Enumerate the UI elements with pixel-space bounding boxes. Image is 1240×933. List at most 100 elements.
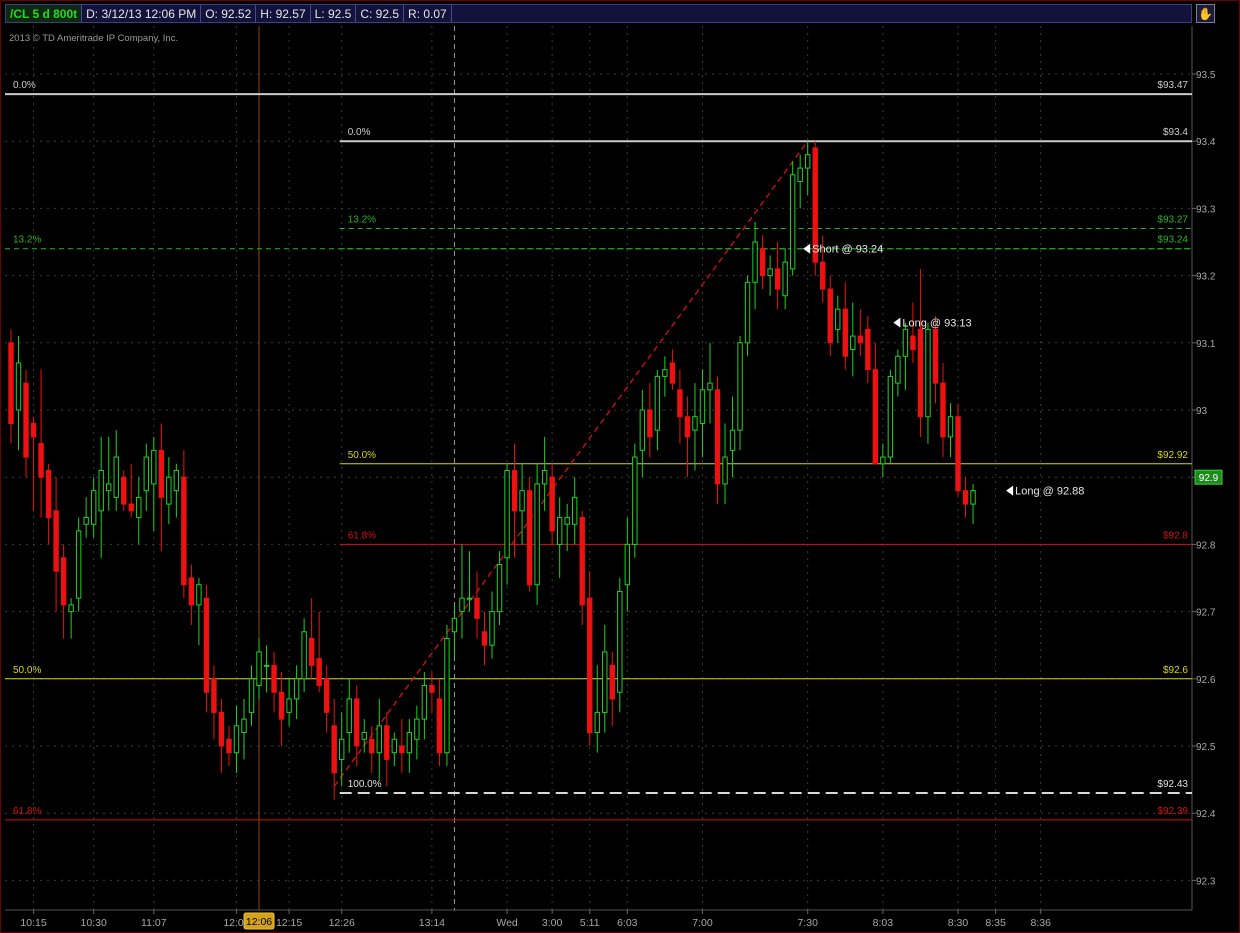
candle-body-up: [113, 456, 119, 498]
trade-arrow-icon: [893, 317, 901, 328]
candle: [707, 342, 713, 424]
candle-body-up: [895, 355, 901, 384]
price-tick-label: 93: [1196, 406, 1208, 417]
candle-body-down: [774, 268, 781, 290]
trade-label: Short @ 93.24: [812, 244, 883, 256]
candle-body-down: [331, 725, 337, 774]
candle-body-up: [534, 483, 540, 586]
candle: [45, 463, 52, 545]
candle-body-up: [406, 732, 413, 754]
candle-body-up: [970, 490, 976, 505]
time-tick-label: 8:35: [985, 917, 1006, 929]
trade-marker[interactable]: Long @ 93.13: [893, 317, 972, 330]
candle-body-up: [361, 732, 367, 740]
candle-body-up: [632, 456, 638, 545]
candle-body-down: [158, 449, 165, 498]
trade-markers: Short @ 93.24 Long @ 93.13 Long @ 92.88: [803, 243, 1084, 498]
fib-level-price: $93.24: [1157, 235, 1188, 246]
candle: [218, 698, 225, 773]
candle-body-down: [436, 698, 443, 754]
candle-body-down: [932, 328, 939, 384]
trade-marker[interactable]: Short @ 93.24: [803, 243, 883, 256]
candle-body-up: [519, 490, 525, 512]
candle: [797, 154, 803, 209]
candle-body-up: [75, 530, 82, 599]
fib-level-percent: 13.2%: [13, 235, 41, 246]
candle: [504, 463, 510, 585]
candle: [436, 678, 443, 767]
candle-body-up: [166, 476, 172, 505]
candle: [248, 665, 255, 726]
candle-body-up: [782, 261, 788, 297]
current-price-label: 92.9: [1199, 473, 1219, 484]
candle-body-up: [880, 456, 886, 465]
candle: [872, 342, 879, 465]
candle-body-down: [354, 698, 360, 747]
candle: [459, 544, 465, 639]
candle-body-up: [173, 469, 180, 492]
candle: [827, 275, 833, 357]
candle: [406, 719, 413, 773]
candle: [83, 497, 89, 538]
candle: [226, 725, 232, 767]
candle-body-down: [759, 248, 766, 277]
trade-arrow-icon: [803, 243, 811, 254]
candle: [917, 268, 924, 437]
candle: [68, 598, 74, 639]
candle-body-down: [647, 409, 653, 438]
candle-body-up: [707, 382, 713, 391]
candle-body-down: [857, 335, 864, 344]
candle: [98, 436, 104, 558]
time-tick-label: 7:30: [797, 917, 818, 929]
candle: [887, 369, 894, 464]
time-tick-label: 8:30: [948, 917, 969, 929]
candle-body-down: [677, 389, 683, 418]
fib-level-price: $92.6: [1163, 665, 1188, 676]
fibonacci-levels: 0.0% $93.47 13.2% 50.0% $92.6 61.8% $92.39 0.0%…: [5, 80, 1192, 821]
candle-body-up: [90, 490, 97, 525]
candle-body-up: [925, 328, 931, 418]
candle-body-up: [699, 389, 706, 424]
candle-body-up: [489, 611, 495, 646]
fib-level-percent: 61.8%: [13, 806, 41, 817]
price-chart[interactable]: 0.0% $93.47 13.2% 50.0% $92.6 61.8% $92.39 0.0%…: [0, 0, 1240, 933]
candle: [23, 369, 29, 478]
candlestick-series: [8, 141, 976, 800]
candle: [158, 423, 165, 552]
candle-body-up: [617, 590, 623, 693]
cursor-time-label: 12:06: [246, 916, 272, 928]
time-axis[interactable]: 10:15 10:30 11:07 12:02 12:15 12:26 13:14 Wed 3:…: [20, 910, 1051, 930]
candle-body-down: [53, 510, 59, 572]
candle: [857, 309, 864, 357]
price-tick-label: 92.4: [1196, 809, 1216, 820]
candle-body-up: [556, 517, 563, 545]
trade-label: Long @ 93.13: [902, 318, 971, 330]
candle-body-down: [30, 422, 37, 438]
candle: [143, 443, 149, 511]
candle-body-up: [414, 718, 420, 740]
candle: [947, 403, 954, 458]
fib-level-price: $93.27: [1157, 215, 1188, 226]
candle: [496, 551, 503, 626]
time-tick-label: 5:11: [580, 917, 600, 929]
candle-body-down: [842, 308, 848, 357]
trade-label: Long @ 92.88: [1015, 486, 1084, 498]
candle-body-down: [271, 664, 277, 693]
candle: [632, 443, 638, 558]
candle: [692, 383, 698, 471]
trade-marker[interactable]: Long @ 92.88: [1006, 485, 1084, 498]
candle: [113, 430, 119, 511]
candle-body-down: [474, 597, 480, 619]
candle: [481, 611, 488, 666]
candle-body-up: [797, 167, 803, 183]
candle-body-up: [692, 416, 698, 431]
candle-body-up: [391, 738, 398, 754]
time-tick-label: 7:00: [692, 917, 713, 929]
candle: [850, 302, 856, 377]
price-axis[interactable]: 93.5 93.4 93.3 93.2 93.1 93 92.9 92.8 92.7 92.6 92…: [1192, 70, 1223, 887]
candle: [286, 678, 292, 726]
candle-body-up: [196, 584, 202, 606]
candle: [669, 349, 676, 390]
candle: [962, 477, 969, 518]
candle-body-up: [662, 369, 668, 377]
